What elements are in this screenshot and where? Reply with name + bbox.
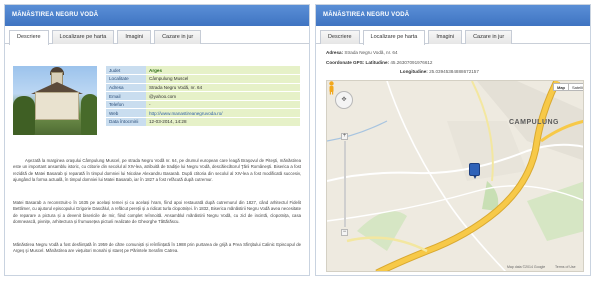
info-value: -: [146, 100, 300, 110]
info-value: Câmpulung Muscel: [146, 74, 300, 84]
zoom-in-button[interactable]: +: [341, 133, 348, 140]
longitude-label: Longitudine:: [400, 69, 428, 74]
gps-latitude: 45.26307091976612: [390, 60, 433, 65]
info-key: Adresa: [106, 83, 146, 93]
tab-imagini[interactable]: Imagini: [117, 30, 152, 44]
zoom-out-button[interactable]: −: [341, 229, 348, 236]
address-line: Adresa: Strada Negru Vodă, nr. 64: [326, 50, 398, 55]
church-building-shape: [35, 92, 79, 120]
description-paragraph: Mănăstirea Negru Vodă a fost desființată…: [13, 242, 301, 254]
info-key: Web: [106, 108, 146, 119]
info-row-adresa: Adresa Strada Negru Vodă, nr. 64: [106, 83, 300, 93]
description-panel: MĂNĂSTIREA NEGRU VODĂ Descriere Localiza…: [4, 4, 310, 276]
info-row-email: Email @yahoo.com: [106, 91, 300, 101]
info-key: Telefon: [106, 100, 146, 110]
tree-shape: [13, 96, 35, 135]
map-canvas[interactable]: [327, 81, 584, 272]
tab-descriere[interactable]: Descriere: [320, 30, 360, 44]
address-label: Adresa:: [326, 50, 344, 55]
info-row-data: Data întocmirii 12-03-2014, 14:28: [106, 117, 300, 127]
map-panel: MĂNĂSTIREA NEGRU VODĂ Descriere Localiza…: [315, 4, 591, 276]
gps-label: Coordonate GPS: Latitudine:: [326, 60, 390, 65]
map-type-satellite-button[interactable]: Satellite: [568, 83, 583, 91]
info-row-judet: Judet Arges: [106, 66, 300, 76]
tab-cazare[interactable]: Cazare in jur: [154, 30, 202, 44]
info-value: Strada Negru Vodă, nr. 64: [146, 83, 300, 93]
gps-longitude-line: Longitudine: 25.03945384888672157: [400, 69, 479, 74]
pan-control[interactable]: ✥: [335, 91, 353, 109]
panel-title: MĂNĂSTIREA NEGRU VODĂ: [316, 5, 590, 26]
tab-bar: Descriere Localizare pe harta Imagini Ca…: [316, 26, 590, 45]
monastery-photo[interactable]: [13, 66, 97, 135]
info-row-web: Web http://www.manastireanegruvoda.ro/: [106, 108, 300, 119]
info-key: Email: [106, 91, 146, 101]
info-row-telefon: Telefon -: [106, 100, 300, 110]
gps-line: Coordonate GPS: Latitudine: 45.263070919…: [326, 60, 432, 65]
map-type-map-button[interactable]: Map: [553, 83, 569, 91]
panel-title: MĂNĂSTIREA NEGRU VODĂ: [5, 5, 309, 26]
info-value: 12-03-2014, 14:28: [146, 117, 300, 127]
description-paragraph: Matei Basarab a reconstruit-o în 1635 pe…: [13, 200, 301, 225]
street-view-pegman-icon[interactable]: [327, 81, 336, 95]
email-value[interactable]: @yahoo.com: [146, 91, 300, 101]
info-table: Judet Arges Localitate Câmpulung Muscel …: [106, 66, 300, 127]
tab-localizare[interactable]: Localizare pe harta: [51, 30, 115, 44]
tab-localizare[interactable]: Localizare pe harta: [362, 30, 426, 45]
tab-descriere[interactable]: Descriere: [9, 30, 49, 45]
terms-of-use-link[interactable]: Terms of Use: [555, 265, 576, 269]
address-value: Strada Negru Vodă, nr. 64: [344, 50, 398, 55]
info-row-localitate: Localitate Câmpulung Muscel: [106, 74, 300, 84]
tab-imagini[interactable]: Imagini: [428, 30, 463, 44]
tab-cazare[interactable]: Cazare in jur: [465, 30, 513, 44]
city-label: CAMPULUNG: [509, 119, 559, 126]
zoom-slider[interactable]: [344, 141, 346, 227]
info-key: Localitate: [106, 74, 146, 84]
google-map[interactable]: ✥ + − Map Satellite CAMPULUNG Map data ©…: [326, 80, 584, 272]
map-attribution: Map data ©2014 Google: [507, 265, 546, 269]
description-paragraph: Aşezată la marginea oraşului Câmpulung M…: [13, 158, 301, 183]
info-key: Data întocmirii: [106, 117, 146, 127]
location-marker-icon[interactable]: [469, 163, 480, 179]
tree-shape: [81, 94, 97, 135]
website-link[interactable]: http://www.manastireanegruvoda.ro/: [146, 108, 300, 119]
tab-bar: Descriere Localizare pe harta Imagini Ca…: [5, 26, 309, 45]
info-key: Judet: [106, 66, 146, 76]
info-value: Arges: [146, 66, 300, 76]
gps-longitude: 25.03945384888672157: [429, 69, 479, 74]
